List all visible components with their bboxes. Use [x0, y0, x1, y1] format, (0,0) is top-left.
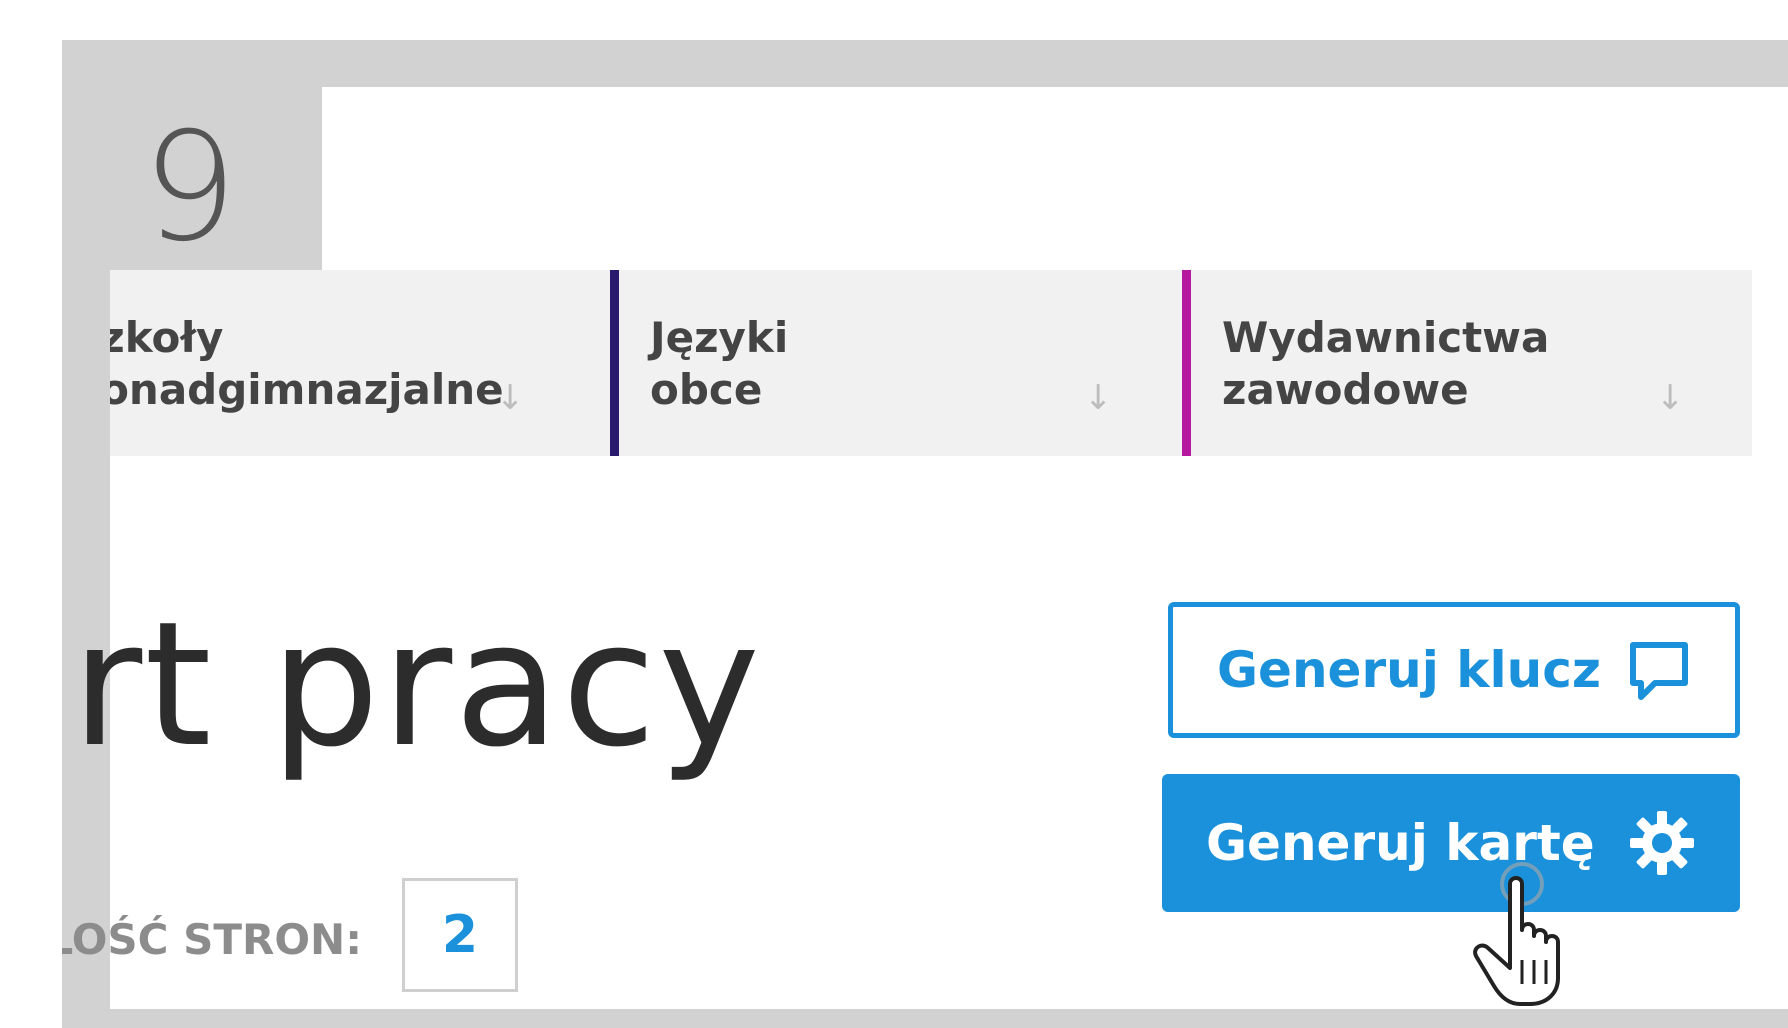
hand-pointer-cursor-icon — [1473, 862, 1560, 1006]
generate-card-button[interactable]: Generuj kartę — [1162, 774, 1740, 912]
category-tab-vocational[interactable]: Wydawnictwa zawodowe ↓ — [1182, 270, 1752, 456]
arrow-down-icon: ↓ — [496, 378, 525, 418]
generate-key-button[interactable]: Generuj klucz — [1168, 602, 1740, 738]
speech-bubble-icon — [1630, 642, 1688, 700]
category-color-bar — [1182, 270, 1191, 456]
generate-key-label: Generuj klucz — [1217, 641, 1601, 699]
step-number: 9 — [142, 101, 238, 275]
category-tab-languages[interactable]: Języki obce ↓ — [610, 270, 1150, 456]
category-tab-schools[interactable]: Szkoły ponadgimnazjalne ↓ — [110, 270, 540, 456]
pages-count-label: ILOŚĆ STRON: — [62, 910, 362, 970]
pages-count-input[interactable]: 2 — [402, 878, 518, 992]
page-title-text: Raport pracy — [62, 584, 762, 785]
arrow-down-icon: ↓ — [1084, 378, 1113, 418]
gear-icon — [1630, 811, 1694, 875]
category-bar: Szkoły ponadgimnazjalne ↓ Języki obce ↓ … — [110, 270, 1752, 456]
category-color-bar — [610, 270, 619, 456]
page-title: Raport pracy — [62, 575, 762, 805]
pages-count-label-text: ILOŚĆ STRON: — [62, 915, 362, 964]
category-label: Szkoły ponadgimnazjalne — [110, 313, 504, 414]
category-label: Języki obce — [650, 313, 789, 414]
arrow-down-icon: ↓ — [1656, 378, 1685, 418]
category-label: Wydawnictwa zawodowe — [1222, 313, 1550, 414]
